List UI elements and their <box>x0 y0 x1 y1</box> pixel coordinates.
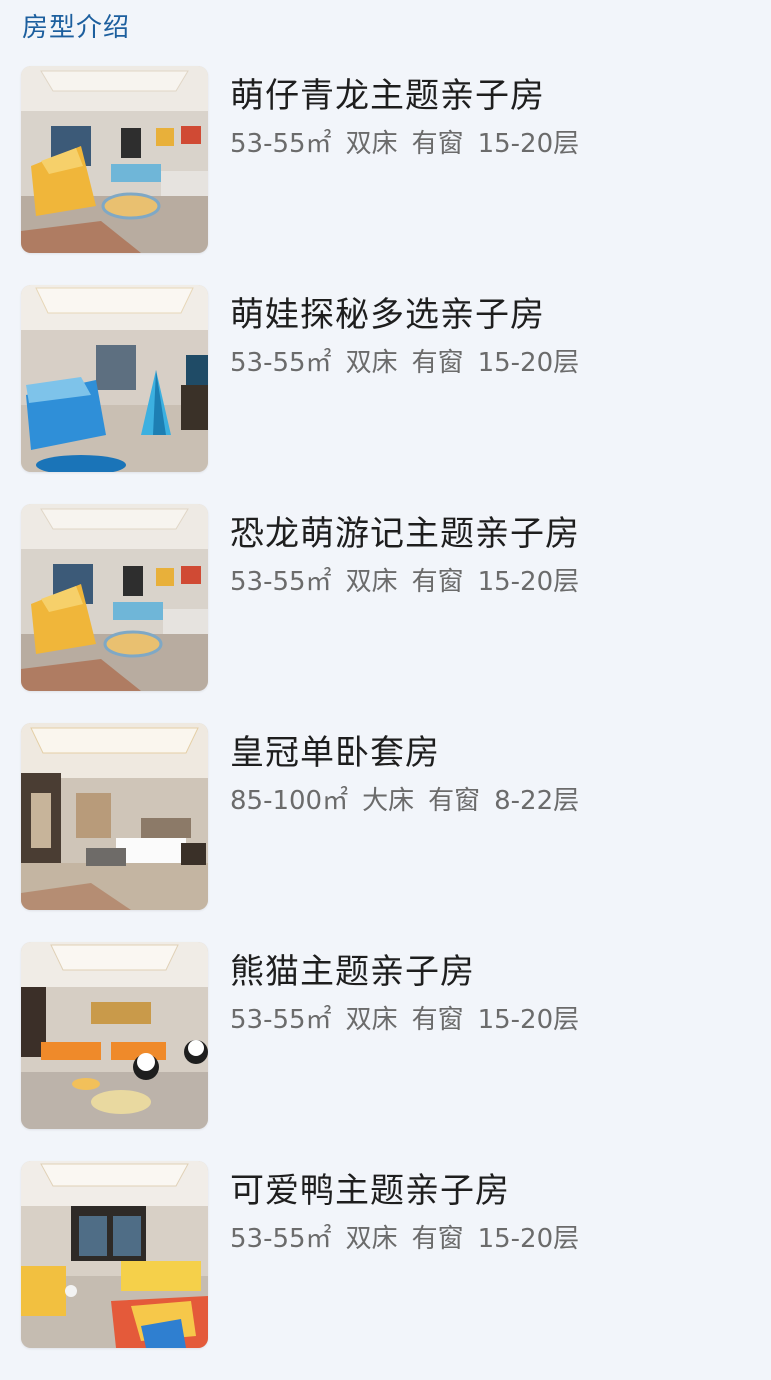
room-bed: 双床 <box>345 1005 398 1035</box>
room-name: 皇冠单卧套房 <box>230 733 440 773</box>
room-floor: 8-22层 <box>494 786 580 816</box>
room-name: 熊猫主题亲子房 <box>230 952 475 992</box>
room-bed: 双床 <box>345 348 398 378</box>
room-floor: 15-20层 <box>477 1005 580 1035</box>
room-meta: 53-55㎡ 双床 有窗 15-20层 <box>230 1221 579 1257</box>
room-card[interactable]: 可爱鸭主题亲子房 53-55㎡ 双床 有窗 15-20层 <box>0 1161 771 1348</box>
room-window: 有窗 <box>411 129 464 159</box>
room-area: 53-55㎡ <box>230 567 332 597</box>
room-card[interactable]: 恐龙萌游记主题亲子房 53-55㎡ 双床 有窗 15-20层 <box>0 504 771 691</box>
room-window: 有窗 <box>411 567 464 597</box>
room-bed: 双床 <box>345 129 398 159</box>
section-title: 房型介绍 <box>22 13 131 43</box>
room-bed: 大床 <box>362 786 415 816</box>
room-meta: 53-55㎡ 双床 有窗 15-20层 <box>230 345 579 381</box>
room-meta: 53-55㎡ 双床 有窗 15-20层 <box>230 1002 579 1038</box>
room-list: 萌仔青龙主题亲子房 53-55㎡双床有窗15-20层 萌娃探秘多选亲子房 <box>0 66 771 1380</box>
room-window: 有窗 <box>411 1224 464 1254</box>
room-area: 53-55㎡ <box>230 1005 332 1035</box>
room-photo[interactable] <box>21 1161 208 1348</box>
room-bed: 双床 <box>345 1224 398 1254</box>
room-area: 53-55㎡ <box>230 348 332 378</box>
room-floor: 15-20层 <box>477 1224 580 1254</box>
room-photo[interactable] <box>21 942 208 1129</box>
room-card[interactable]: 萌娃探秘多选亲子房 53-55㎡ 双床 有窗 15-20层 <box>0 285 771 472</box>
room-name: 萌仔青龙主题亲子房 <box>230 76 545 116</box>
room-photo[interactable] <box>21 504 208 691</box>
room-meta: 53-55㎡ 双床 有窗 15-20层 <box>230 126 579 162</box>
room-area: 53-55㎡ <box>230 1224 332 1254</box>
room-meta: 85-100㎡ 大床 有窗 8-22层 <box>230 783 579 819</box>
room-floor: 15-20层 <box>477 129 580 159</box>
room-name: 可爱鸭主题亲子房 <box>230 1171 510 1211</box>
room-card[interactable]: 熊猫主题亲子房 53-55㎡ 双床 有窗 15-20层 <box>0 942 771 1129</box>
room-photo[interactable] <box>21 66 208 253</box>
room-name: 恐龙萌游记主题亲子房 <box>230 514 580 554</box>
room-area: 53-55㎡ <box>230 129 332 159</box>
room-card[interactable]: 皇冠单卧套房 85-100㎡ 大床 有窗 8-22层 <box>0 723 771 910</box>
room-window: 有窗 <box>428 786 481 816</box>
room-photo[interactable] <box>21 723 208 910</box>
room-name: 萌娃探秘多选亲子房 <box>230 295 545 335</box>
room-bed: 双床 <box>345 567 398 597</box>
room-photo[interactable] <box>21 285 208 472</box>
room-card[interactable]: 萌仔青龙主题亲子房 53-55㎡ 双床 有窗 15-20层 <box>0 66 771 253</box>
room-floor: 15-20层 <box>477 348 580 378</box>
room-window: 有窗 <box>411 1005 464 1035</box>
room-meta: 53-55㎡ 双床 有窗 15-20层 <box>230 564 579 600</box>
room-window: 有窗 <box>411 348 464 378</box>
room-area: 85-100㎡ <box>230 786 349 816</box>
room-floor: 15-20层 <box>477 567 580 597</box>
